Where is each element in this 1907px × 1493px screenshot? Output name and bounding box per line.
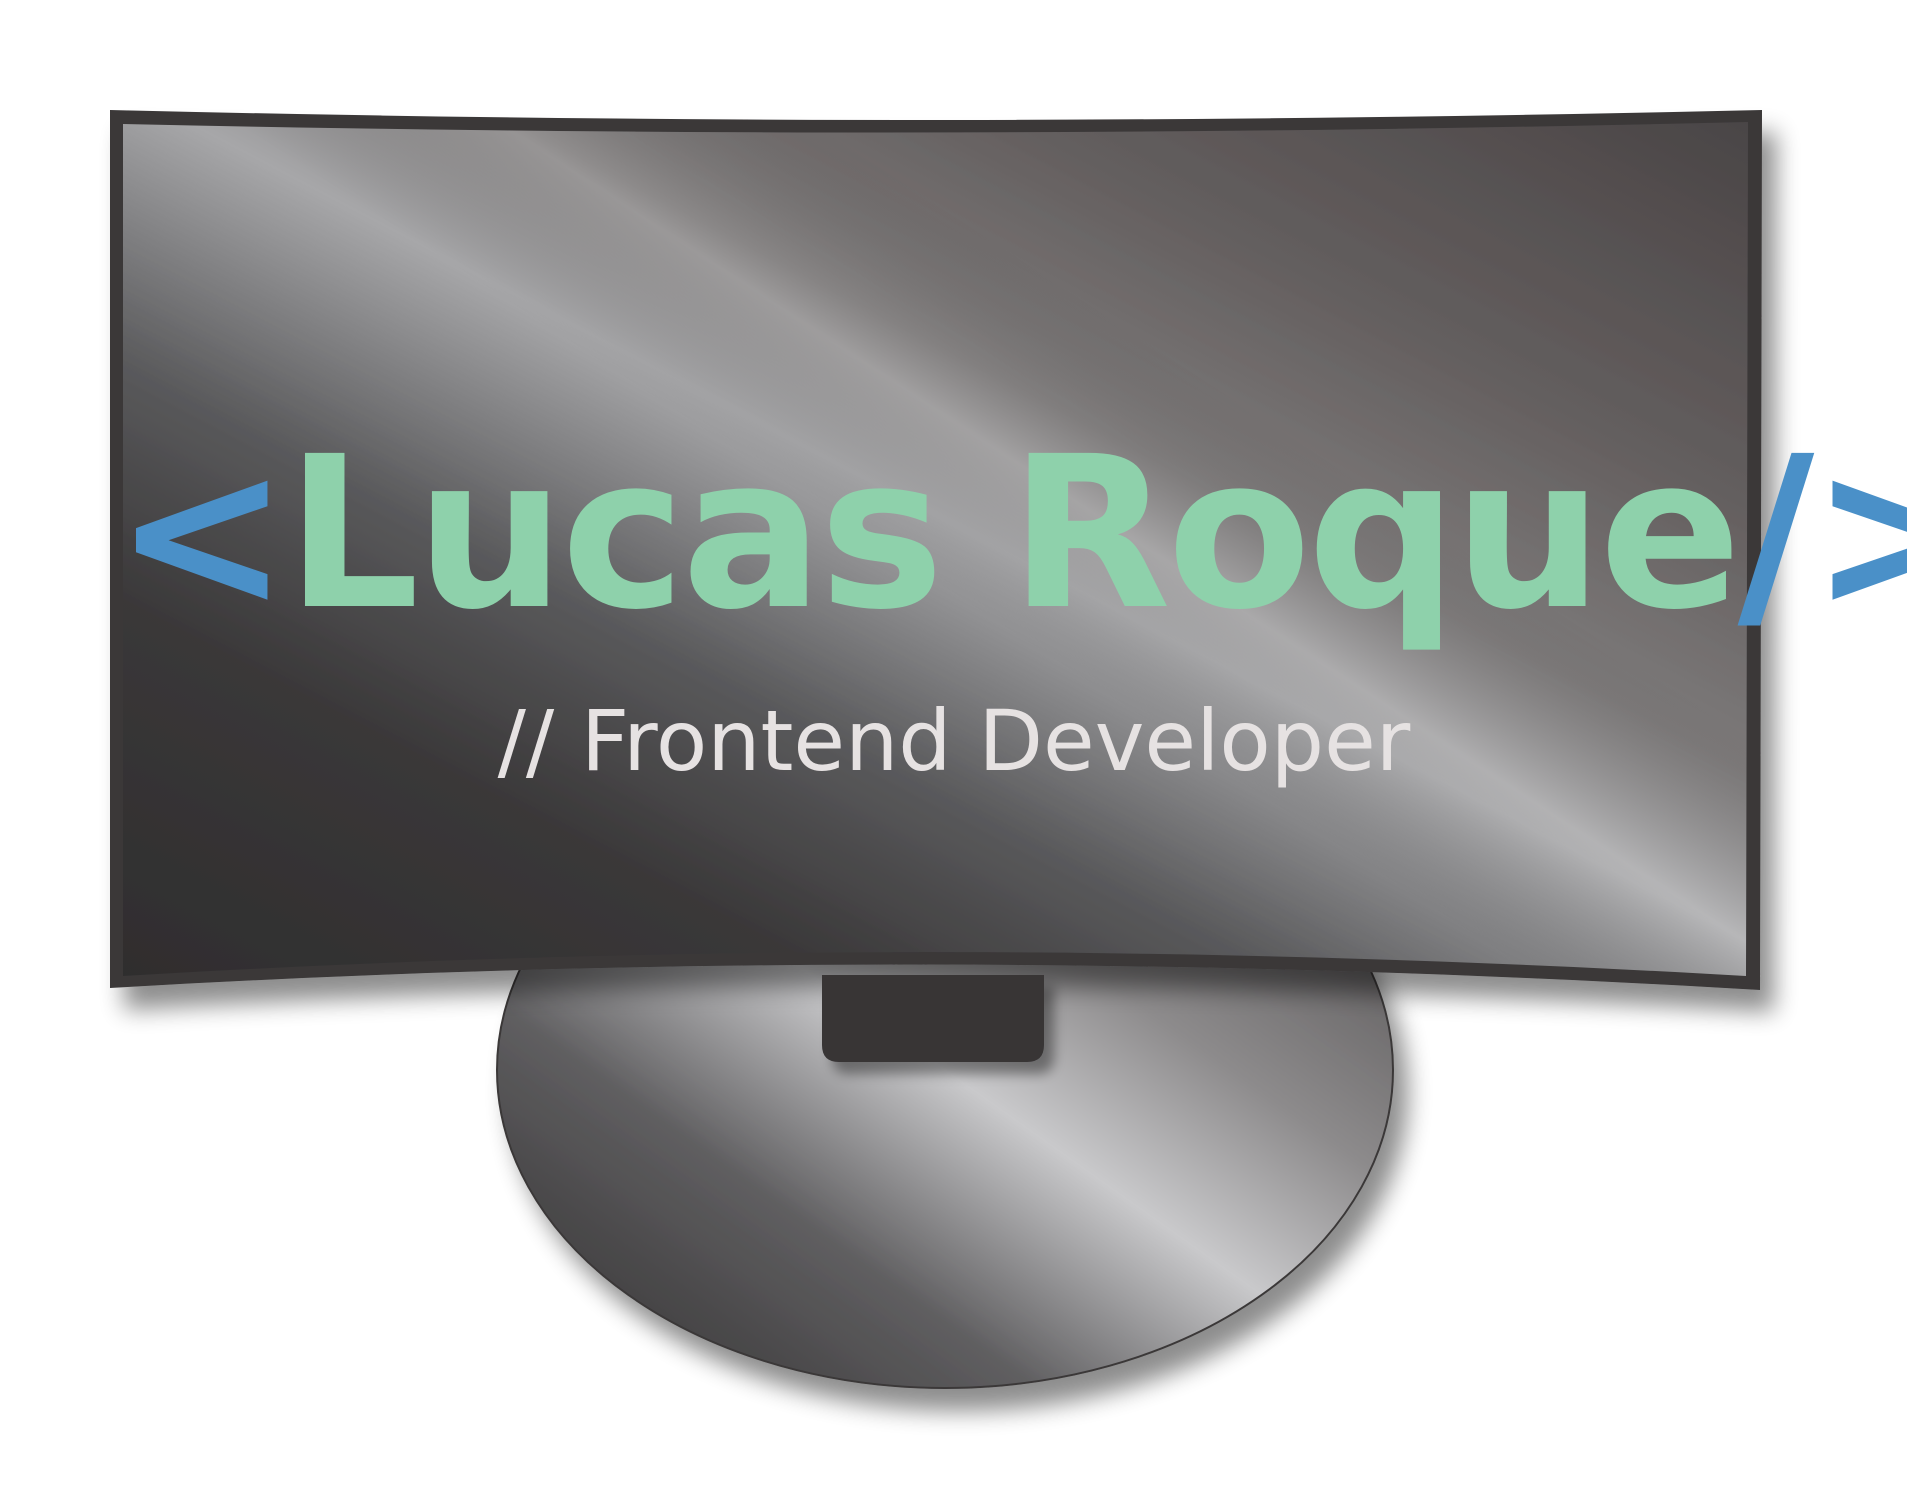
monitor-icon: <Lucas Roque/> // Frontend Developer — [110, 110, 1907, 1389]
open-bracket: < — [114, 411, 286, 656]
logo-name: Lucas Roque — [286, 411, 1738, 656]
close-bracket: > — [1810, 411, 1907, 656]
logo-canvas: <Lucas Roque/> // Frontend Developer — [0, 0, 1907, 1493]
slash: / — [1738, 411, 1815, 656]
monitor-stand-neck — [822, 975, 1044, 1062]
logo-subtitle: // Frontend Developer — [498, 692, 1411, 790]
logo-heading: <Lucas Roque/> — [114, 411, 1907, 656]
